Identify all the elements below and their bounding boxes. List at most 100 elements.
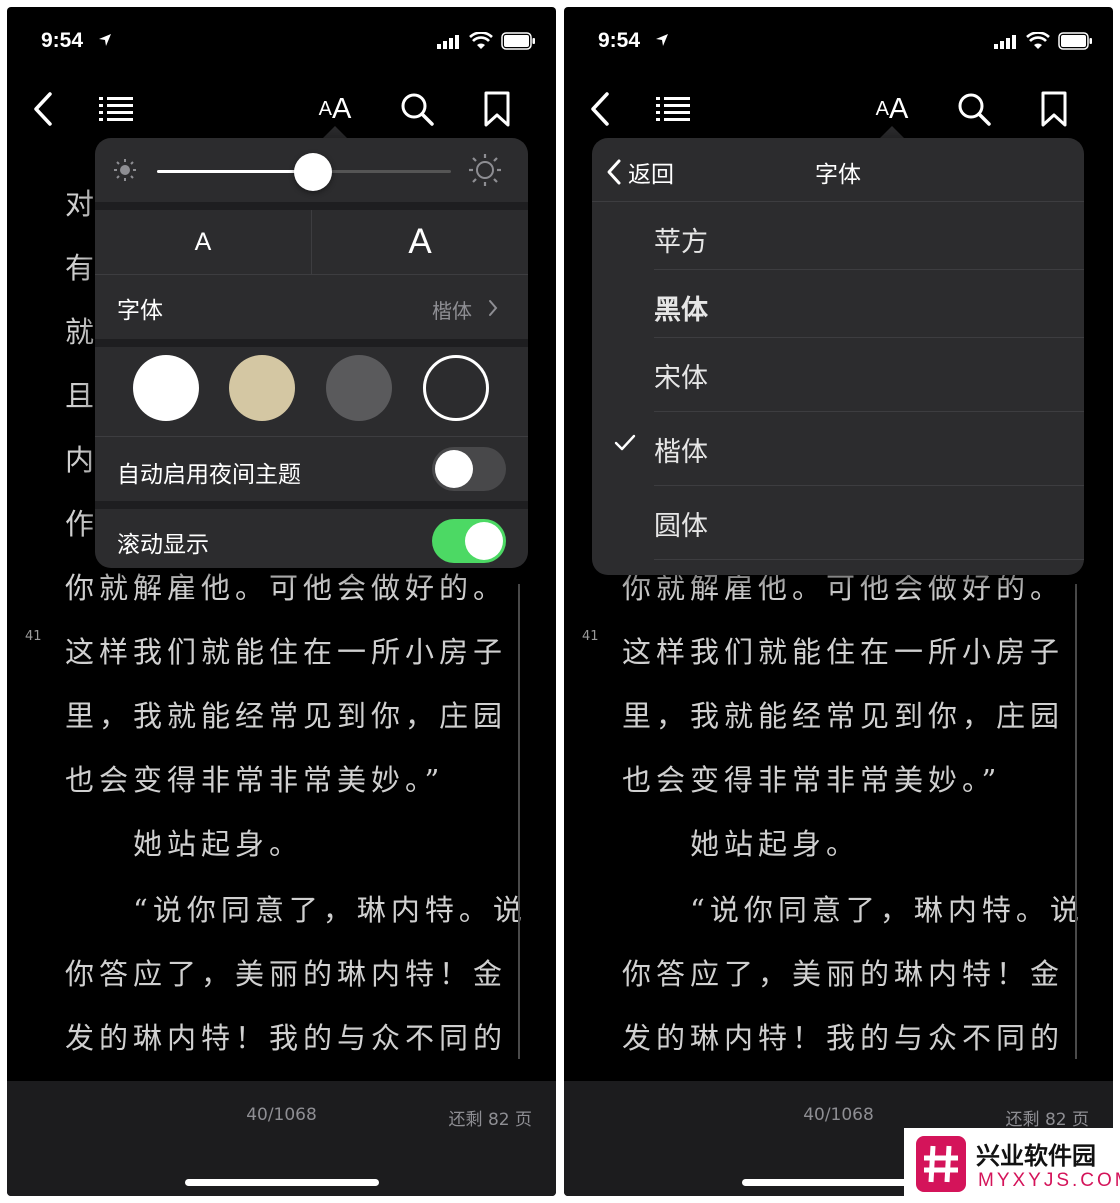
chevron-left-icon [34, 92, 52, 126]
aa-small-glyph: A [318, 97, 332, 120]
font-row[interactable]: 字体 楷体 [95, 275, 528, 339]
back-button[interactable] [578, 87, 622, 131]
table-of-contents-button[interactable] [95, 87, 139, 131]
text-line: 内 [65, 443, 100, 477]
text-line: 且 [65, 379, 100, 413]
cellular-signal-icon [437, 35, 459, 49]
list-icon [99, 97, 133, 121]
text-line: 这样我们就能住在一所小房子 [622, 635, 1065, 669]
bookmark-icon [484, 91, 510, 127]
text-line: 对 [65, 187, 100, 221]
text-line: 作 [65, 507, 100, 541]
section-gap [95, 202, 528, 210]
scroll-mode-toggle[interactable] [432, 519, 506, 563]
watermark-logo [916, 1136, 966, 1192]
chevron-left-icon [591, 92, 609, 126]
text-line: 也会变得非常非常美妙。” [622, 763, 1002, 797]
text-line: 你答应了，美丽的琳内特！金 [622, 957, 1065, 991]
font-option[interactable]: 苹方 [592, 202, 1084, 270]
reader-screen-right: 9:54 AA 你就解雇他。可他会做好的。 41 这样我们就能住在一所小房子 里… [564, 7, 1113, 1196]
status-bar: 9:54 [7, 7, 556, 77]
wifi-icon [469, 32, 493, 49]
theme-dark-swatch[interactable] [423, 355, 489, 421]
text-appearance-button[interactable]: AA [870, 87, 914, 131]
search-icon [958, 93, 991, 126]
theme-gray-swatch[interactable] [326, 355, 392, 421]
paragraph-number: 41 [582, 629, 599, 644]
auto-night-label: 自动启用夜间主题 [117, 462, 301, 488]
wifi-icon [1026, 32, 1050, 49]
scroll-indicator[interactable] [518, 584, 520, 1059]
brightness-thumb[interactable] [293, 153, 332, 191]
font-option-label: 圆体 [654, 511, 708, 542]
paragraph-number: 41 [25, 629, 42, 644]
font-option[interactable]: 圆体 [592, 486, 1084, 560]
text-line: 她站起身。 [65, 827, 304, 861]
battery-icon [501, 32, 535, 50]
watermark-name: 兴业软件园 [976, 1142, 1096, 1170]
font-option[interactable]: 黑体 [592, 270, 1084, 338]
font-picker-title: 字体 [815, 162, 861, 188]
text-line: 就 [65, 315, 100, 349]
font-option-label: 楷体 [654, 437, 708, 468]
section-gap [95, 501, 528, 509]
scroll-mode-row: 滚动显示 [95, 509, 528, 568]
scroll-mode-label: 滚动显示 [117, 532, 209, 558]
auto-night-row: 自动启用夜间主题 [95, 437, 528, 501]
increase-font-button[interactable]: A [312, 210, 528, 274]
location-arrow-icon [656, 34, 668, 46]
list-icon [656, 97, 690, 121]
font-picker-popover: 返回 字体 苹方 黑体 宋体 楷体 圆体 [592, 138, 1084, 575]
table-of-contents-button[interactable] [652, 87, 696, 131]
font-option-label: 黑体 [654, 295, 708, 326]
status-bar: 9:54 [564, 7, 1113, 77]
location-arrow-icon [99, 34, 111, 46]
brightness-fill [157, 170, 313, 173]
text-line: 里，我就能经常见到你，庄园 [65, 699, 508, 733]
text-line: 也会变得非常非常美妙。” [65, 763, 445, 797]
font-option-label: 苹方 [654, 227, 708, 258]
appearance-popover: A A 字体 楷体 自动启用夜间主题 滚动显示 [95, 138, 528, 568]
section-gap [95, 339, 528, 347]
text-line: 她站起身。 [622, 827, 861, 861]
font-option-label: 宋体 [654, 363, 708, 394]
theme-sepia-swatch[interactable] [229, 355, 295, 421]
divider [654, 559, 1084, 560]
font-option[interactable]: 宋体 [592, 338, 1084, 412]
back-button[interactable] [21, 87, 65, 131]
font-option-selected[interactable]: 楷体 [592, 412, 1084, 486]
text-line: “说你同意了，琳内特。说 [622, 893, 1084, 927]
text-line: 发的琳内特！我的与众不同的 [622, 1021, 1065, 1055]
text-line: “说你同意了，琳内特。说 [65, 893, 527, 927]
pages-remaining: 还剩 82 页 [448, 1110, 532, 1130]
auto-night-toggle[interactable] [432, 447, 506, 491]
search-button[interactable] [395, 87, 439, 131]
chevron-right-icon [489, 300, 498, 316]
battery-icon [1058, 32, 1092, 50]
decrease-font-button[interactable]: A [95, 210, 311, 274]
brightness-high-icon [469, 154, 501, 186]
hash-logo-icon [924, 1145, 958, 1183]
brightness-slider[interactable] [157, 153, 451, 191]
search-button[interactable] [952, 87, 996, 131]
toggle-knob [435, 450, 473, 488]
home-indicator[interactable] [185, 1179, 379, 1186]
text-line: 发的琳内特！我的与众不同的 [65, 1021, 508, 1055]
text-line: 你就解雇他。可他会做好的。 [65, 571, 508, 605]
watermark-url: MYXYJS.COM [978, 1170, 1120, 1191]
pages-remaining: 还剩 82 页 [1005, 1110, 1089, 1130]
site-watermark: 兴业软件园 MYXYJS.COM [904, 1128, 1120, 1203]
reader-toolbar: AA [7, 77, 556, 139]
theme-white-swatch[interactable] [133, 355, 199, 421]
text-line: 有 [65, 251, 100, 285]
reader-footer: 40/1068 还剩 82 页 [7, 1081, 556, 1196]
toggle-knob [465, 522, 503, 560]
aa-big-glyph: A [332, 92, 352, 125]
cellular-signal-icon [994, 35, 1016, 49]
reader-toolbar: AA [564, 77, 1113, 139]
bookmark-button[interactable] [1032, 87, 1076, 131]
text-appearance-button[interactable]: AA [313, 87, 357, 131]
bookmark-button[interactable] [475, 87, 519, 131]
scroll-indicator[interactable] [1075, 584, 1077, 1059]
brightness-low-icon [114, 159, 136, 181]
